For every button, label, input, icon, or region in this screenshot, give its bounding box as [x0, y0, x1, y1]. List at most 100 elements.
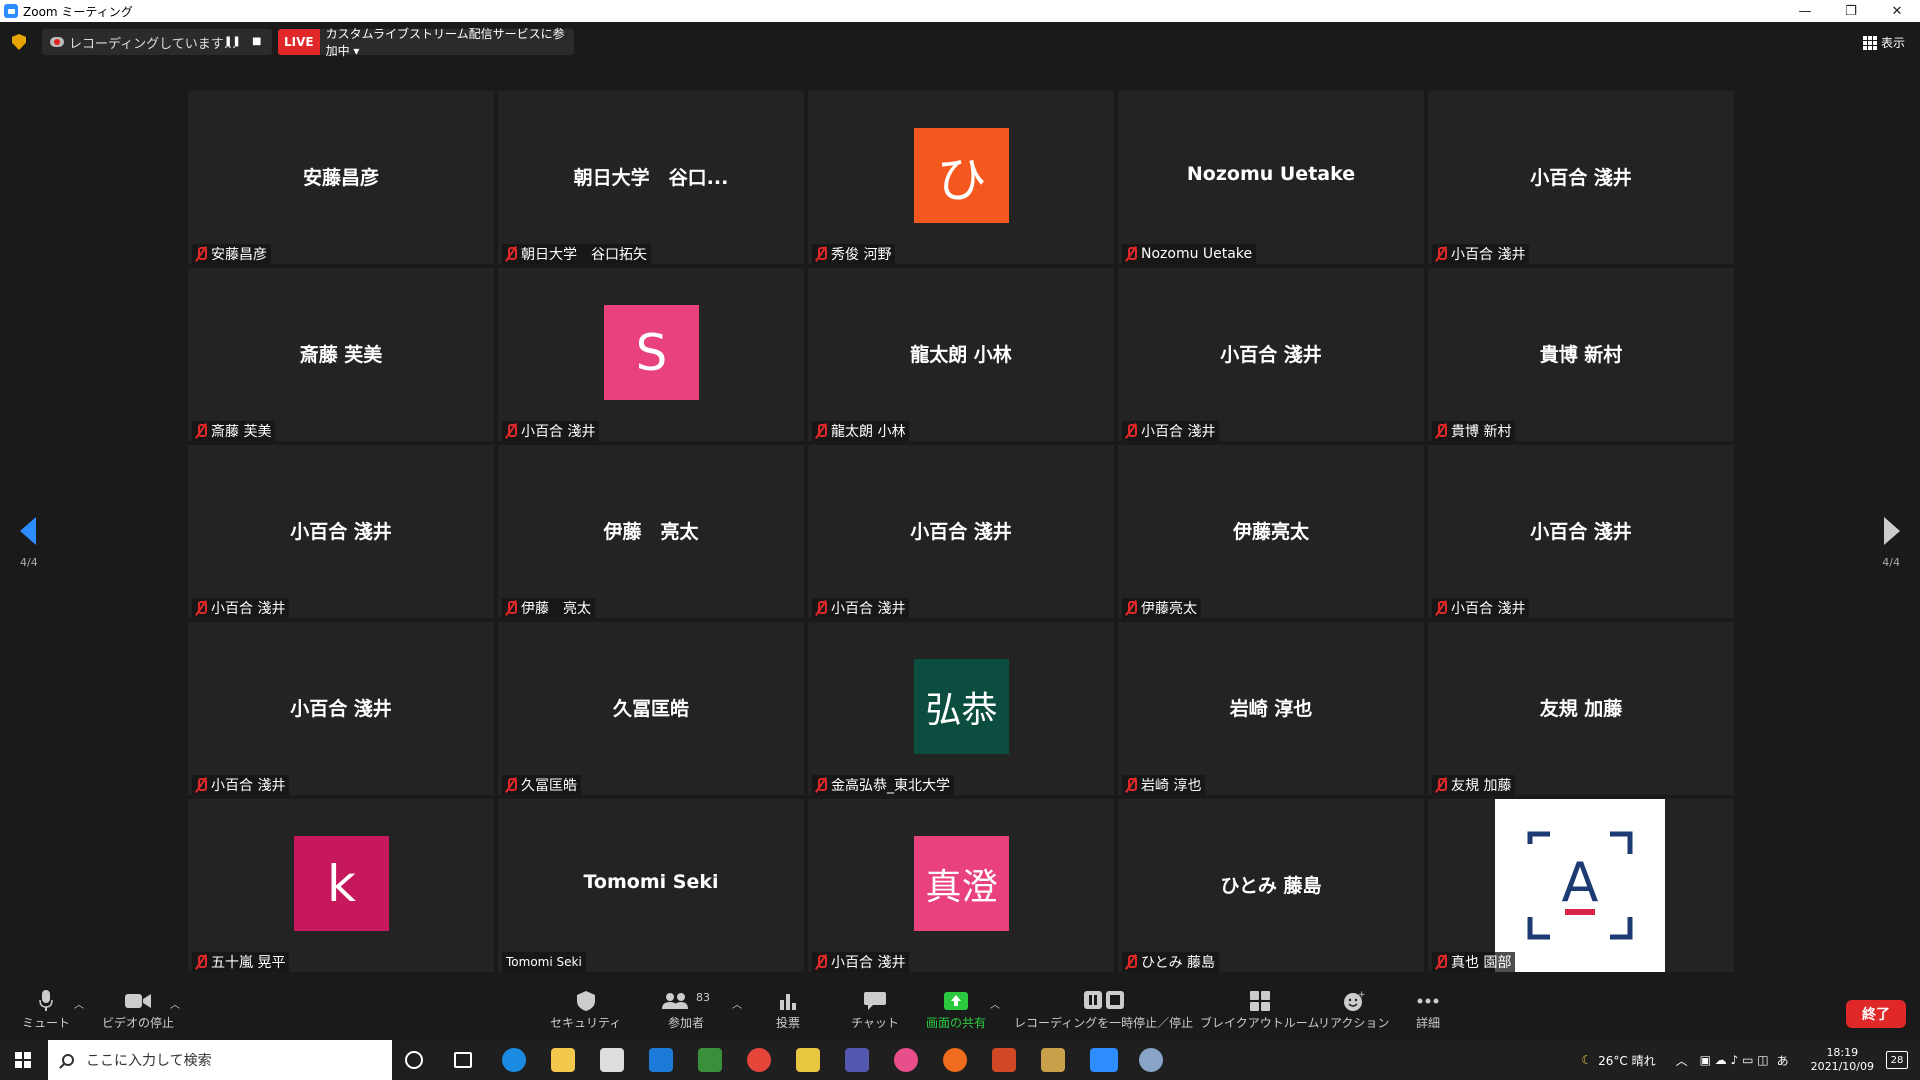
taskbar-search-box[interactable]: ここに入力して検索	[48, 1040, 392, 1080]
slack-icon[interactable]	[894, 1048, 918, 1072]
powerpoint-icon[interactable]	[992, 1048, 1016, 1072]
participant-tile[interactable]: 小百合 淺井 小百合 淺井	[188, 622, 494, 795]
maximize-button[interactable]: ❐	[1828, 0, 1874, 22]
recording-control-button[interactable]: レコーディングを一時停止／停止	[1014, 990, 1193, 1031]
muted-mic-icon	[194, 246, 208, 262]
participant-tile[interactable]: 小百合 淺井 小百合 淺井	[808, 445, 1114, 618]
ime-indicator[interactable]: あ	[1777, 1052, 1789, 1069]
participant-tile[interactable]: 伊藤亮太 伊藤亮太	[1118, 445, 1424, 618]
participant-tile[interactable]: 安藤昌彦 安藤昌彦	[188, 91, 494, 264]
network-app-icon[interactable]	[1139, 1048, 1163, 1072]
participant-tile[interactable]: 龍太朗 小林 龍太朗 小林	[808, 268, 1114, 441]
file-explorer-icon[interactable]	[551, 1048, 575, 1072]
store-icon[interactable]	[600, 1048, 624, 1072]
more-button[interactable]: 詳細	[1416, 990, 1440, 1031]
participant-label-text: 小百合 淺井	[831, 601, 906, 617]
weather-text[interactable]: 26°C 晴れ	[1598, 1052, 1655, 1069]
chat-button[interactable]: チャット	[851, 990, 899, 1031]
participant-tile[interactable]: 真澄 小百合 淺井	[808, 799, 1114, 972]
mute-button[interactable]: ミュート	[22, 990, 70, 1031]
share-options-caret-icon[interactable]: ︿	[990, 996, 1000, 1011]
chrome-icon[interactable]	[747, 1048, 771, 1072]
view-button[interactable]: 表示	[1862, 34, 1905, 51]
participant-avatar: S	[604, 305, 699, 400]
participant-tile[interactable]: 小百合 淺井 小百合 淺井	[1428, 445, 1734, 618]
zoom-taskbar-icon[interactable]	[1090, 1048, 1118, 1072]
previous-page-arrow-icon[interactable]	[20, 517, 36, 545]
clock[interactable]: 18:19 2021/10/09	[1811, 1046, 1874, 1074]
participant-tile[interactable]: ひ秀俊 河野	[808, 91, 1114, 264]
participant-tile[interactable]: 斎藤 芙美 斎藤 芙美	[188, 268, 494, 441]
participant-tile[interactable]: 岩崎 淳也 岩崎 淳也	[1118, 622, 1424, 795]
participant-label-text: 斎藤 芙美	[211, 424, 272, 440]
close-button[interactable]: ✕	[1874, 0, 1920, 22]
muted-mic-icon	[1124, 777, 1138, 793]
app-orange-icon[interactable]	[943, 1048, 967, 1072]
tray-icons[interactable]: ▣ ☁ ♪ ▭ ◫	[1700, 1053, 1769, 1067]
participant-tile[interactable]: 弘恭 金高弘恭_東北大学	[808, 622, 1114, 795]
participant-display-name: 安藤昌彦	[302, 167, 379, 189]
participant-display-name: 久冨匡皓	[612, 698, 689, 720]
taskbar-search-placeholder: ここに入力して検索	[86, 1053, 212, 1069]
participant-tile[interactable]: 友規 加藤 友規 加藤	[1428, 622, 1734, 795]
stop-video-button[interactable]: ビデオの停止	[102, 990, 174, 1031]
stop-recording-button[interactable]: ■	[252, 36, 261, 47]
breakout-rooms-button[interactable]: ブレイクアウトルーム	[1200, 990, 1319, 1031]
zoom-window: { "window": {"title": "Zoom ミーティング", "mi…	[0, 0, 1920, 1080]
participant-tile[interactable]: 貴博 新村 貴博 新村	[1428, 268, 1734, 441]
breakout-rooms-icon	[1249, 990, 1270, 1012]
participant-tile[interactable]: 久冨匡皓 久冨匡皓	[498, 622, 804, 795]
muted-mic-icon	[814, 600, 828, 616]
livestream-indicator[interactable]: LIVE カスタムライブストリーム配信サービスに参加中 ▾	[278, 27, 574, 58]
next-page-arrow-icon[interactable]	[1884, 517, 1900, 545]
minimize-button[interactable]: —	[1782, 0, 1828, 22]
participant-tile[interactable]: 小百合 淺井 小百合 淺井	[1428, 91, 1734, 264]
windows-taskbar: ここに入力して検索 ☾ 26°C 晴れ ︿ ▣ ☁ ♪ ▭ ◫ あ 18:19 …	[0, 1040, 1920, 1080]
participant-tile[interactable]: 小百合 淺井 小百合 淺井	[1118, 268, 1424, 441]
tray-chevron-icon[interactable]: ︿	[1676, 1052, 1688, 1069]
share-screen-button[interactable]: 画面の共有	[926, 990, 986, 1031]
participant-label-text: Tomomi Seki	[506, 955, 582, 969]
participant-tile[interactable]: S 小百合 淺井	[498, 268, 804, 441]
participant-label-text: 久冨匡皓	[521, 778, 577, 794]
participant-tile[interactable]: k 五十嵐 晃平	[188, 799, 494, 972]
participant-tile[interactable]: Nozomu Uetake Nozomu Uetake	[1118, 91, 1424, 264]
muted-mic-icon	[194, 777, 208, 793]
reactions-button[interactable]: + リアクション	[1318, 990, 1389, 1031]
participant-tile[interactable]: 伊藤 亮太 伊藤 亮太	[498, 445, 804, 618]
muted-mic-icon	[1124, 246, 1138, 262]
mail-icon[interactable]	[649, 1048, 673, 1072]
task-view-icon[interactable]	[454, 1052, 472, 1068]
notes-app-icon[interactable]	[796, 1048, 820, 1072]
audio-options-caret-icon[interactable]: ︿	[74, 996, 84, 1011]
muted-mic-icon	[1124, 600, 1138, 616]
participant-tile[interactable]: Tomomi Seki Tomomi Seki	[498, 799, 804, 972]
security-button[interactable]: セキュリティ	[550, 990, 621, 1031]
pause-recording-button[interactable]: ❚❚	[224, 36, 241, 47]
teams-icon[interactable]	[845, 1048, 869, 1072]
participant-name-label: 久冨匡皓	[502, 775, 581, 795]
participant-name-label: 五十嵐 晃平	[192, 952, 290, 972]
participant-label-text: ひとみ 藤島	[1141, 955, 1216, 971]
participants-caret-icon[interactable]: ︿	[732, 996, 742, 1011]
participant-name-label: 友規 加藤	[1432, 775, 1516, 795]
paint-app-icon[interactable]	[1041, 1048, 1065, 1072]
participant-tile[interactable]: ひとみ 藤島 ひとみ 藤島	[1118, 799, 1424, 972]
video-options-caret-icon[interactable]: ︿	[170, 996, 180, 1011]
photo-app-icon[interactable]	[698, 1048, 722, 1072]
cortana-icon[interactable]	[405, 1051, 423, 1069]
participant-label-text: 安藤昌彦	[211, 247, 267, 263]
participant-tile[interactable]: 朝日大学 谷口... 朝日大学 谷口拓矢	[498, 91, 804, 264]
notification-center-icon[interactable]: 28	[1886, 1051, 1908, 1069]
participant-display-name: 斎藤 芙美	[299, 344, 383, 366]
participant-tile[interactable]: A 真也 園部	[1428, 799, 1734, 972]
windows-start-icon[interactable]	[15, 1052, 31, 1068]
polls-button[interactable]: 投票	[776, 990, 800, 1031]
edge-icon[interactable]	[502, 1048, 526, 1072]
muted-mic-icon	[814, 246, 828, 262]
encryption-shield-icon[interactable]	[12, 34, 26, 50]
end-meeting-button[interactable]: 終了	[1846, 1000, 1906, 1028]
participant-name-label: 貴博 新村	[1432, 421, 1516, 441]
participants-button[interactable]: 83 参加者	[662, 990, 710, 1031]
participant-tile[interactable]: 小百合 淺井 小百合 淺井	[188, 445, 494, 618]
